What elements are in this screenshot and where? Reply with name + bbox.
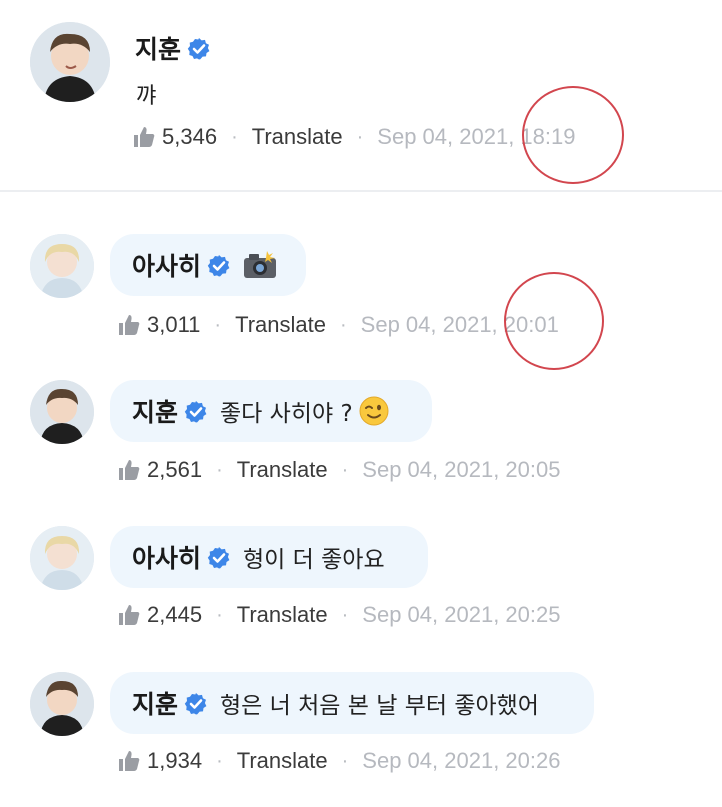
separator-dot: · <box>231 125 238 148</box>
author-name-text[interactable]: 지훈 <box>135 35 181 64</box>
commenter-avatar[interactable] <box>30 380 94 444</box>
like-count: 2,561 <box>147 457 203 482</box>
commenter-name[interactable]: 아사히 <box>132 247 231 283</box>
separator-dot: · <box>339 313 347 336</box>
commenter-name[interactable]: 지훈 <box>132 685 208 721</box>
thumbs-up-icon[interactable] <box>117 313 141 337</box>
thumbs-up-icon[interactable] <box>117 603 141 627</box>
separator-dot: · <box>341 603 349 626</box>
separator-dot: · <box>356 125 364 148</box>
commenter-name-text[interactable]: 아사히 <box>132 544 201 573</box>
commenter-name[interactable]: 아사히 <box>132 539 231 575</box>
comment-bubble: 지훈 좋다 사히야 ? <box>110 380 432 442</box>
commenter-name-text[interactable]: 아사히 <box>132 252 201 281</box>
commenter-avatar[interactable] <box>30 234 94 298</box>
comment-bubble: 아사히 형이 더 좋아요 <box>110 526 428 588</box>
verified-badge-icon <box>207 546 231 570</box>
like-count: 3,011 <box>147 312 201 337</box>
translate-button[interactable]: Translate <box>237 748 328 774</box>
thumbs-up-icon[interactable] <box>117 458 141 482</box>
translate-button[interactable]: Translate <box>235 312 326 338</box>
like-count: 5,346 <box>162 124 218 149</box>
commenter-name[interactable]: 지훈 <box>132 393 208 429</box>
commenter-name-text[interactable]: 지훈 <box>132 398 178 427</box>
translate-button[interactable]: Translate <box>237 602 328 628</box>
comment-meta: 3,011 · Translate · Sep 04, 2021, 20:01 <box>117 312 559 338</box>
comment-bubble: 지훈 형은 너 처음 본 날 부터 좋아했어 <box>110 672 594 734</box>
separator-dot: · <box>341 749 349 772</box>
post-text: 꺄 <box>136 84 157 109</box>
thumbs-up-icon[interactable] <box>132 125 156 149</box>
timestamp: Sep 04, 2021, 20:25 <box>362 602 561 627</box>
separator-dot: · <box>216 749 223 772</box>
annotation-circle <box>522 86 624 184</box>
author-avatar[interactable] <box>30 22 110 102</box>
commenter-name-text[interactable]: 지훈 <box>132 690 178 719</box>
verified-badge-icon <box>184 692 208 716</box>
verified-badge-icon <box>207 254 231 278</box>
translate-button[interactable]: Translate <box>252 124 343 150</box>
commenter-avatar[interactable] <box>30 526 94 590</box>
camera-flash-emoji <box>243 250 277 280</box>
translate-button[interactable]: Translate <box>237 457 328 483</box>
comment-text: 좋다 사히야 ? <box>220 401 353 427</box>
separator-dot: · <box>214 313 222 336</box>
like-count: 1,934 <box>147 748 203 773</box>
post-meta: 5,346 · Translate · Sep 04, 2021, 18:19 <box>132 124 575 150</box>
annotation-circle <box>504 272 604 370</box>
comment-text: 형이 더 좋아요 <box>243 547 385 573</box>
separator-dot: · <box>216 458 223 481</box>
winking-face-emoji <box>359 396 389 426</box>
comment-bubble: 아사히 <box>110 234 306 296</box>
section-divider <box>0 190 722 192</box>
timestamp: Sep 04, 2021, 20:26 <box>362 748 561 773</box>
like-count: 2,445 <box>147 602 203 627</box>
separator-dot: · <box>216 603 223 626</box>
separator-dot: · <box>341 458 349 481</box>
verified-badge-icon <box>184 400 208 424</box>
verified-badge-icon <box>187 37 211 61</box>
author-name[interactable]: 지훈 <box>135 30 211 66</box>
timestamp: Sep 04, 2021, 20:05 <box>362 457 561 482</box>
comment-meta: 1,934 · Translate · Sep 04, 2021, 20:26 <box>117 748 560 774</box>
commenter-avatar[interactable] <box>30 672 94 736</box>
comment-meta: 2,445 · Translate · Sep 04, 2021, 20:25 <box>117 602 560 628</box>
comment-text: 형은 너 처음 본 날 부터 좋아했어 <box>220 693 539 719</box>
thumbs-up-icon[interactable] <box>117 749 141 773</box>
comment-meta: 2,561 · Translate · Sep 04, 2021, 20:05 <box>117 457 560 483</box>
